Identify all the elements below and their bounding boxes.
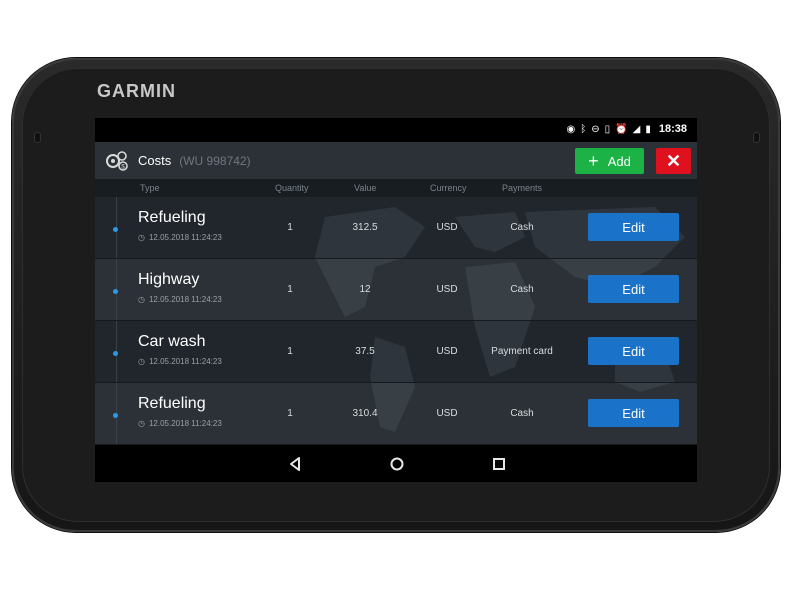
cost-value: 312.5 xyxy=(352,222,378,233)
cost-currency: USD xyxy=(436,222,458,233)
edit-button[interactable]: Edit xyxy=(588,275,679,303)
app-header: $ Costs (WU 998742) + Add ✕ xyxy=(95,142,697,179)
cost-quantity: 1 xyxy=(287,346,293,357)
cost-payment: Cash xyxy=(510,408,534,419)
cost-type: Car wash xyxy=(138,333,206,350)
back-icon[interactable] xyxy=(285,454,305,474)
cost-type: Refueling xyxy=(138,395,206,412)
status-icons: ◉ ᛒ ⊖ ▯ ⏰ ◢ ▮ 18:38 xyxy=(567,123,687,135)
cost-value: 37.5 xyxy=(355,346,375,357)
side-sensor xyxy=(753,132,760,143)
timeline-dot xyxy=(113,351,118,356)
hotspot-icon: ◉ xyxy=(566,123,576,135)
cost-list: Refueling ◷ 12.05.2018 11:24:23 1 312.5 … xyxy=(95,197,697,445)
timeline-dot xyxy=(113,413,118,418)
plus-icon: + xyxy=(588,151,599,171)
front-sensor xyxy=(34,132,41,143)
cost-quantity: 1 xyxy=(287,408,293,419)
gears-coin-icon: $ xyxy=(104,149,130,173)
table-row[interactable]: Refueling ◷ 12.05.2018 11:24:23 1 312.5 … xyxy=(95,197,697,259)
table-row[interactable]: Car wash ◷ 12.05.2018 11:24:23 1 37.5 US… xyxy=(95,321,697,383)
cost-value: 12 xyxy=(359,284,371,295)
cost-type: Refueling xyxy=(138,209,206,226)
clock-icon: ◷ xyxy=(138,233,145,242)
timeline-dot xyxy=(113,227,118,232)
cost-value: 310.4 xyxy=(352,408,378,419)
column-header-value: Value xyxy=(354,183,377,193)
cost-timestamp: ◷ 12.05.2018 11:24:23 xyxy=(138,419,222,428)
cost-payment: Cash xyxy=(510,222,534,233)
do-not-disturb-icon: ⊖ xyxy=(591,123,600,135)
cost-currency: USD xyxy=(436,408,458,419)
cost-date: 12.05.2018 11:24:23 xyxy=(148,295,222,304)
column-header-quantity: Quantity xyxy=(275,183,309,193)
cost-timestamp: ◷ 12.05.2018 11:24:23 xyxy=(138,233,222,242)
cost-date: 12.05.2018 11:24:23 xyxy=(148,419,222,428)
brand-logo: GARMIN xyxy=(97,81,176,101)
edit-button[interactable]: Edit xyxy=(588,213,679,241)
add-button-label: Add xyxy=(607,153,631,169)
column-header-payments: Payments xyxy=(502,183,543,193)
clock-icon: ◷ xyxy=(138,295,145,304)
cost-timestamp: ◷ 12.05.2018 11:24:23 xyxy=(138,295,222,304)
alarm-icon: ⏰ xyxy=(615,123,628,135)
cost-currency: USD xyxy=(436,284,458,295)
page-title: Costs xyxy=(138,153,172,168)
close-icon: ✕ xyxy=(665,150,682,171)
cost-type: Highway xyxy=(138,271,200,288)
close-button[interactable]: ✕ xyxy=(656,148,691,174)
column-header-type: Type xyxy=(140,183,160,193)
clock-icon: ◷ xyxy=(138,419,145,428)
status-bar: ◉ ᛒ ⊖ ▯ ⏰ ◢ ▮ 18:38 xyxy=(95,118,697,142)
signal-icon: ◢ xyxy=(632,123,641,135)
status-time: 18:38 xyxy=(658,123,687,135)
add-cost-button[interactable]: + Add xyxy=(575,148,644,174)
cost-date: 12.05.2018 11:24:23 xyxy=(148,357,222,366)
battery-icon: ▮ xyxy=(645,123,651,135)
edit-button[interactable]: Edit xyxy=(588,399,679,427)
cost-payment: Payment card xyxy=(491,346,553,357)
bluetooth-icon: ᛒ xyxy=(580,123,587,135)
timeline-dot xyxy=(113,289,118,294)
table-header: Type Quantity Value Currency Payments xyxy=(95,179,697,197)
home-icon[interactable] xyxy=(387,454,407,474)
table-row[interactable]: Refueling ◷ 12.05.2018 11:24:23 1 310.4 … xyxy=(95,383,697,445)
vibrate-icon: ▯ xyxy=(604,123,611,135)
column-header-currency: Currency xyxy=(430,183,467,193)
cost-payment: Cash xyxy=(510,284,534,295)
cost-quantity: 1 xyxy=(287,222,293,233)
cost-timestamp: ◷ 12.05.2018 11:24:23 xyxy=(138,357,222,366)
clock-icon: ◷ xyxy=(138,357,145,366)
edit-button[interactable]: Edit xyxy=(588,337,679,365)
table-row[interactable]: Highway ◷ 12.05.2018 11:24:23 1 12 USD C… xyxy=(95,259,697,321)
vehicle-id: (WU 998742) xyxy=(179,153,251,168)
recents-icon[interactable] xyxy=(489,454,509,474)
android-nav-bar xyxy=(95,445,697,482)
cost-quantity: 1 xyxy=(287,284,293,295)
cost-date: 12.05.2018 11:24:23 xyxy=(148,233,222,242)
device-screen: ◉ ᛒ ⊖ ▯ ⏰ ◢ ▮ 18:38 $ Costs (WU 998742) … xyxy=(95,118,697,482)
cost-currency: USD xyxy=(436,346,458,357)
